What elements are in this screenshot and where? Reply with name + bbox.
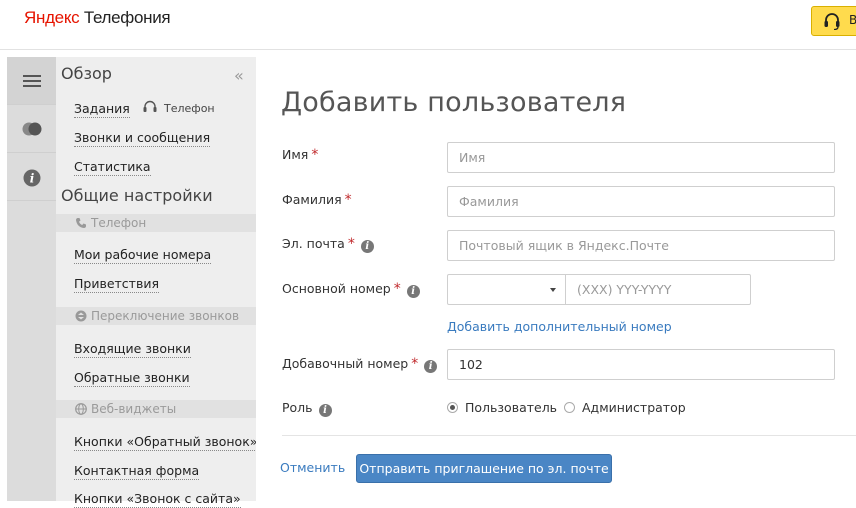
last-name-input[interactable] — [447, 186, 835, 217]
switch-icon — [75, 310, 87, 322]
support-button-label: В — [849, 13, 856, 27]
role-label: Роль i — [282, 400, 332, 417]
phone-status[interactable]: Телефон — [142, 100, 215, 115]
first-name-label-text: Имя — [282, 147, 309, 162]
extension-label-text: Добавочный номер — [282, 356, 409, 371]
sidebar-item-callback-buttons[interactable]: Кнопки «Обратный звонок» — [74, 434, 258, 451]
sidebar-item-greetings[interactable]: Приветствия — [74, 276, 159, 293]
phone-icon — [76, 218, 86, 228]
section-title-call-switching: Переключение звонков — [91, 309, 240, 323]
chevron-down-icon — [550, 288, 556, 292]
required-marker: * — [393, 281, 401, 297]
sidebar-item-statistics[interactable]: Статистика — [74, 159, 151, 176]
phone-status-label: Телефон — [164, 102, 215, 115]
radio-unselected-icon[interactable] — [564, 402, 575, 413]
rail-info-button[interactable]: i — [7, 153, 56, 201]
sidebar-item-tasks[interactable]: Задания — [74, 101, 130, 118]
main-content: Добавить пользователя Имя* Фамилия* Эл. … — [256, 57, 856, 501]
info-icon: i — [23, 169, 41, 187]
last-name-label-text: Фамилия — [282, 192, 342, 207]
main-number-info-icon[interactable]: i — [406, 285, 420, 298]
section-title-web-widgets: Веб-виджеты — [91, 402, 177, 416]
sidebar-title-general-settings: Общие настройки — [61, 186, 213, 205]
form-divider — [282, 435, 856, 436]
sidebar: Обзор « Задания Телефон Звонки и сообщен… — [56, 57, 258, 508]
sidebar-item-incoming-calls[interactable]: Входящие звонки — [74, 341, 191, 358]
role-option-admin[interactable]: Администратор — [564, 400, 686, 415]
headset-icon — [143, 100, 157, 112]
first-name-label: Имя * — [282, 147, 318, 163]
globe-icon — [75, 403, 87, 415]
last-name-label: Фамилия * — [282, 192, 352, 208]
rail-menu-button[interactable] — [7, 57, 56, 105]
required-marker: * — [347, 236, 355, 252]
cancel-link[interactable]: Отменить — [280, 460, 345, 475]
headset-icon — [824, 13, 840, 30]
email-label: Эл. почта * i — [282, 236, 374, 253]
extension-input[interactable] — [447, 349, 835, 380]
logo-product: Телефония — [83, 8, 171, 27]
required-marker: * — [411, 356, 419, 372]
icon-rail: i — [7, 57, 56, 501]
sidebar-item-contact-form[interactable]: Контактная форма — [74, 463, 200, 480]
sidebar-item-callbacks[interactable]: Обратные звонки — [74, 370, 190, 387]
role-option-admin-label: Администратор — [582, 400, 686, 415]
role-option-user[interactable]: Пользователь — [447, 400, 557, 415]
logo-brand: Яндекс — [24, 8, 80, 27]
section-title-phone: Телефон — [91, 216, 147, 230]
add-extra-number-link[interactable]: Добавить дополнительный номер — [447, 319, 672, 334]
country-code-select[interactable] — [447, 274, 566, 305]
toggle-icon — [22, 122, 42, 136]
yandex-telephony-logo[interactable]: Яндекс Телефония — [24, 8, 171, 28]
required-marker: * — [344, 192, 352, 208]
menu-icon — [23, 75, 41, 87]
top-header: Яндекс Телефония В — [0, 0, 856, 50]
sidebar-item-call-from-site-buttons[interactable]: Кнопки «Звонок с сайта» — [74, 491, 241, 508]
support-button[interactable]: В — [811, 6, 856, 36]
role-info-icon[interactable]: i — [318, 404, 332, 417]
sidebar-title-overview: Обзор — [61, 64, 112, 83]
main-number-label: Основной номер * i — [282, 281, 420, 298]
sidebar-item-my-numbers[interactable]: Мои рабочие номера — [74, 247, 212, 264]
collapse-sidebar-icon[interactable]: « — [234, 66, 244, 85]
sidebar-item-calls-messages[interactable]: Звонки и сообщения — [74, 130, 211, 147]
svg-text:i: i — [30, 172, 35, 186]
role-label-text: Роль — [282, 400, 313, 415]
radio-selected-icon[interactable] — [447, 402, 458, 413]
main-number-label-text: Основной номер — [282, 281, 391, 296]
role-option-user-label: Пользователь — [465, 400, 558, 415]
required-marker: * — [311, 147, 319, 163]
rail-toggle-button[interactable] — [7, 105, 56, 153]
email-info-icon[interactable]: i — [360, 240, 374, 253]
section-header-call-switching: Переключение звонков — [56, 307, 256, 325]
send-invitation-button[interactable]: Отправить приглашение по эл. почте — [356, 454, 612, 483]
extension-label: Добавочный номер * i — [282, 356, 438, 373]
phone-number-input[interactable] — [565, 274, 751, 305]
first-name-input[interactable] — [447, 142, 835, 173]
section-header-phone: Телефон — [56, 214, 256, 232]
section-header-web-widgets: Веб-виджеты — [56, 400, 256, 418]
email-label-text: Эл. почта — [282, 236, 345, 251]
email-input[interactable] — [447, 230, 835, 261]
page-title: Добавить пользователя — [281, 87, 627, 118]
extension-info-icon[interactable]: i — [424, 360, 438, 373]
